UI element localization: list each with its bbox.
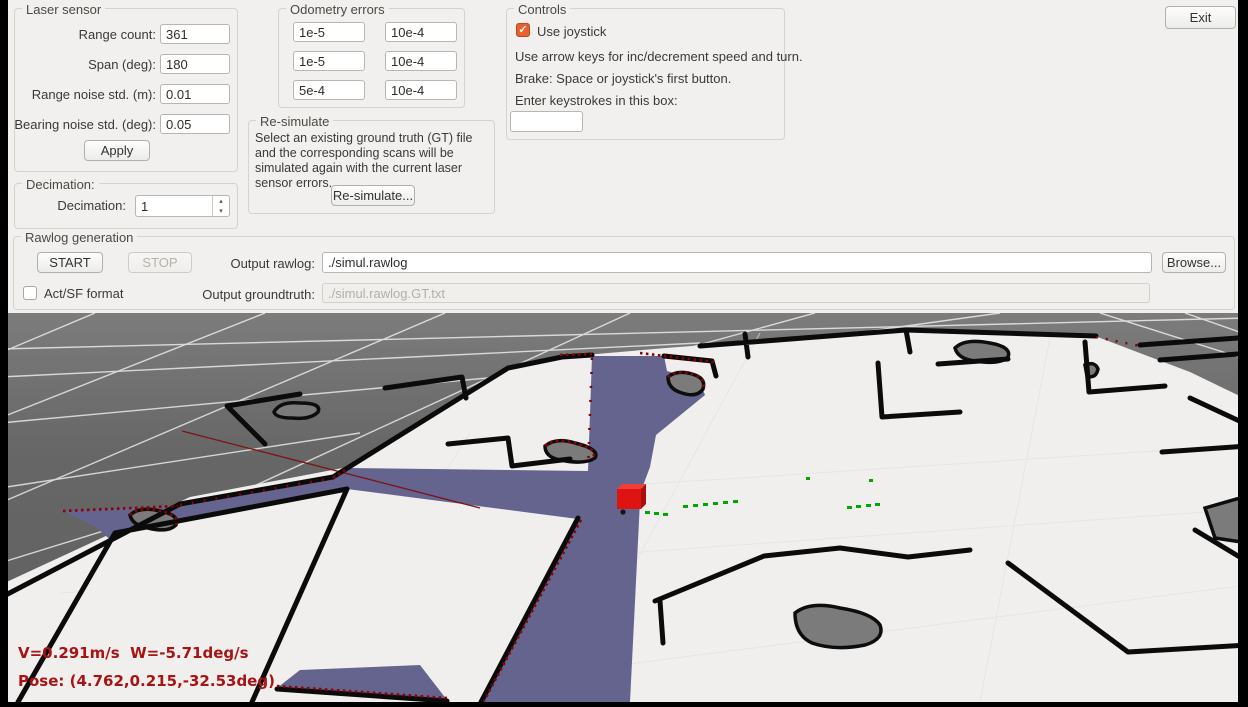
range-count-label: Range count: xyxy=(14,27,156,42)
spinner-down-icon[interactable]: ▾ xyxy=(213,206,229,216)
output-groundtruth-label: Output groundtruth: xyxy=(188,287,315,302)
decimation-group-title: Decimation: xyxy=(22,177,99,192)
keystroke-input[interactable] xyxy=(510,111,583,132)
span-label: Span (deg): xyxy=(14,57,156,72)
resimulate-button[interactable]: Re-simulate... xyxy=(331,185,415,206)
odometry-error-input-3[interactable] xyxy=(293,51,365,71)
browse-button[interactable]: Browse... xyxy=(1162,252,1226,273)
resimulate-description: Select an existing ground truth (GT) fil… xyxy=(255,131,488,191)
range-noise-label: Range noise std. (m): xyxy=(14,87,156,102)
simulation-3d-viewport[interactable]: V=0.291m/s W=-5.71deg/s Pose: (4.762,0.2… xyxy=(0,313,1248,702)
bearing-noise-label: Bearing noise std. (deg): xyxy=(14,117,156,132)
spinner-arrows[interactable]: ▴ ▾ xyxy=(212,196,229,216)
exit-button[interactable]: Exit xyxy=(1165,6,1236,29)
output-rawlog-input[interactable] xyxy=(322,252,1152,273)
spinner-up-icon[interactable]: ▴ xyxy=(213,196,229,206)
use-joystick-label: Use joystick xyxy=(537,24,606,39)
rawlog-generation-group-title: Rawlog generation xyxy=(21,230,137,245)
stop-button[interactable]: STOP xyxy=(128,252,192,273)
odometry-error-input-4[interactable] xyxy=(385,51,457,71)
decimation-label: Decimation: xyxy=(26,198,126,213)
keystroke-label: Enter keystrokes in this box: xyxy=(515,93,678,108)
odometry-error-input-2[interactable] xyxy=(385,22,457,42)
laser-sensor-group-title: Laser sensor xyxy=(22,2,105,17)
check-icon: ✓ xyxy=(518,25,527,36)
range-noise-input[interactable] xyxy=(160,84,230,104)
range-count-input[interactable] xyxy=(160,24,230,44)
odometry-errors-group-title: Odometry errors xyxy=(286,2,389,17)
apply-button[interactable]: Apply xyxy=(84,140,150,161)
span-input[interactable] xyxy=(160,54,230,74)
decimation-stepper[interactable]: ▴ ▾ xyxy=(135,195,230,217)
robot-wheel xyxy=(620,509,625,514)
resimulate-group-title: Re-simulate xyxy=(256,114,333,129)
hud-velocity-text: V=0.291m/s W=-5.71deg/s xyxy=(18,644,249,662)
odometry-error-input-1[interactable] xyxy=(293,22,365,42)
left-black-bar xyxy=(0,0,8,702)
act-sf-checkbox[interactable]: ✓ xyxy=(23,286,37,300)
odometry-error-input-5[interactable] xyxy=(293,80,365,100)
act-sf-label: Act/SF format xyxy=(44,286,123,301)
use-joystick-checkbox[interactable]: ✓ xyxy=(516,23,530,37)
control-panel: Laser sensor Range count: Span (deg): Ra… xyxy=(8,0,1238,313)
controls-instruction-brake: Brake: Space or joystick's first button. xyxy=(515,71,731,86)
bearing-noise-input[interactable] xyxy=(160,114,230,134)
output-groundtruth-input xyxy=(322,283,1150,303)
controls-group-title: Controls xyxy=(514,2,570,17)
odometry-error-input-6[interactable] xyxy=(385,80,457,100)
start-button[interactable]: START xyxy=(37,252,103,273)
controls-instruction-arrows: Use arrow keys for inc/decrement speed a… xyxy=(515,49,803,64)
output-rawlog-label: Output rawlog: xyxy=(215,256,315,271)
right-black-bar xyxy=(1238,0,1248,702)
hud-pose-text: Pose: (4.762,0.215,-32.53deg) xyxy=(18,672,275,690)
